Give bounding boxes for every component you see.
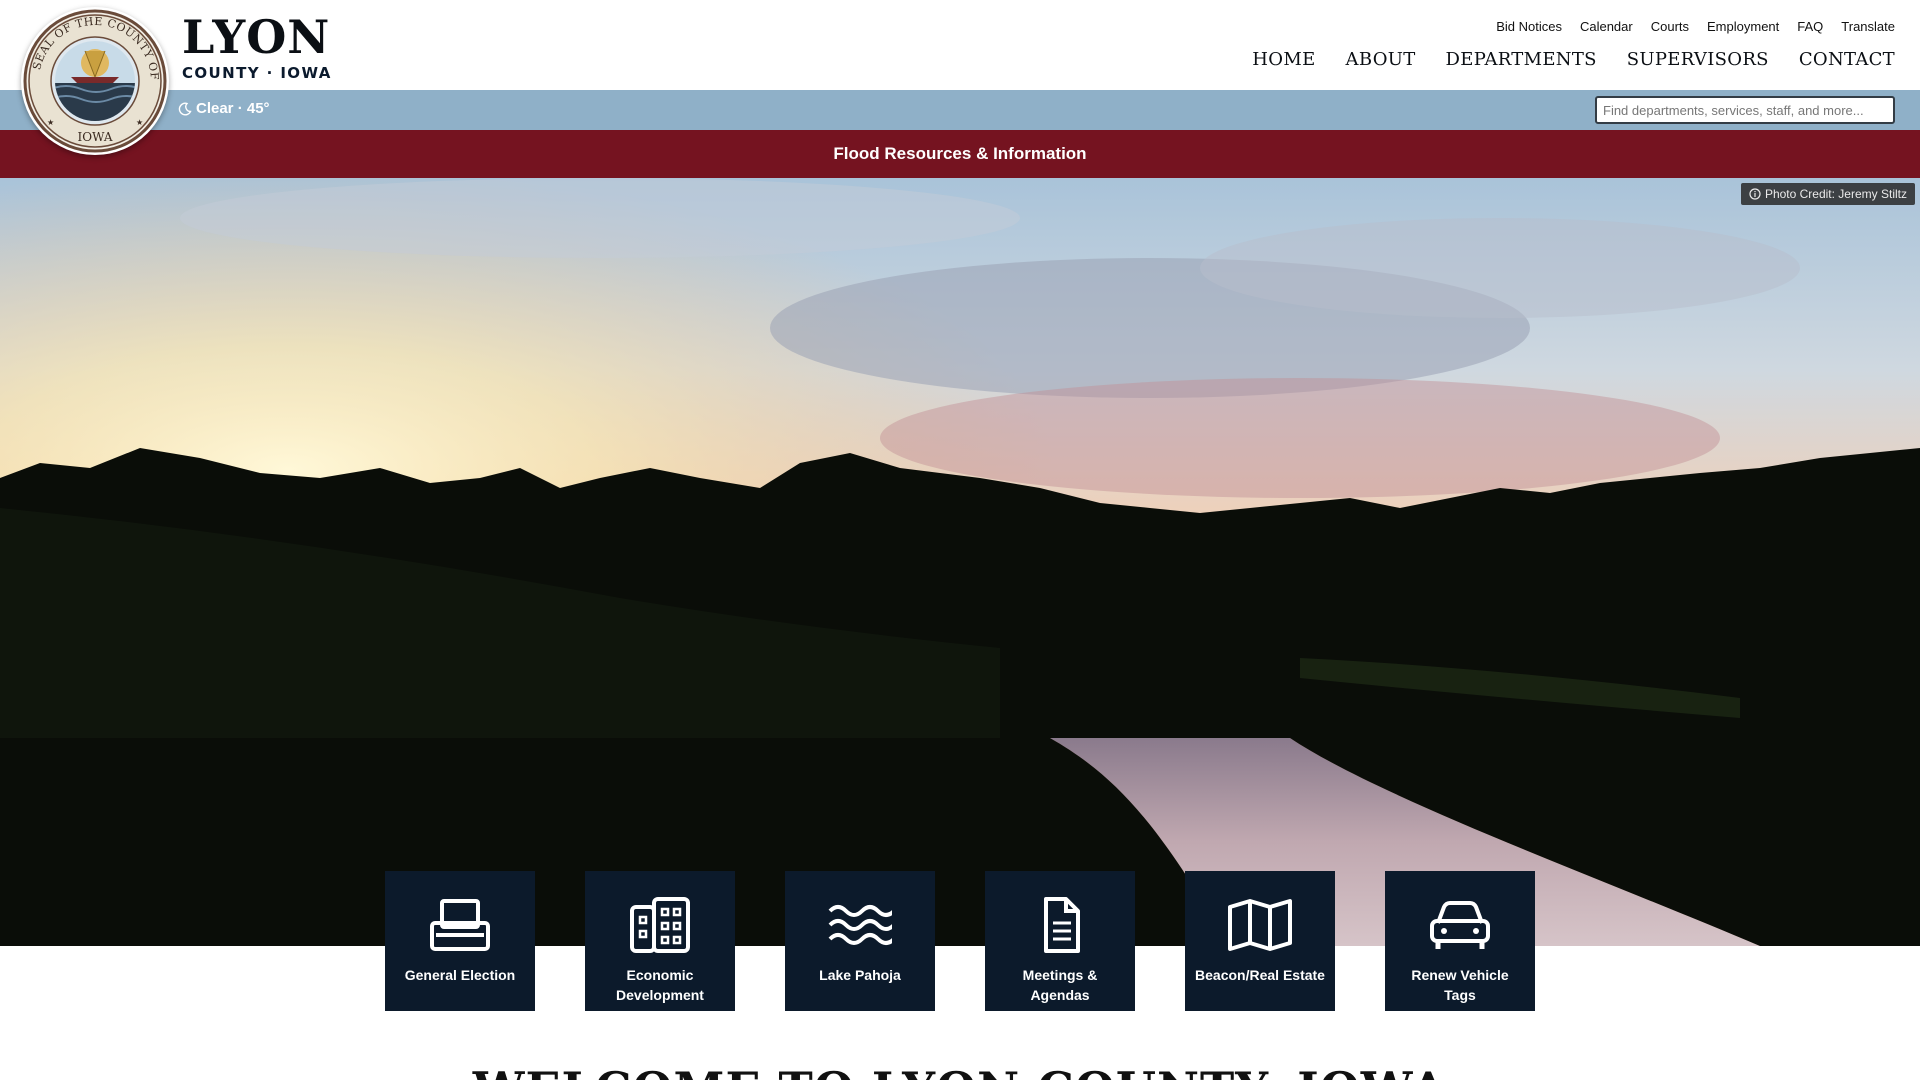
- county-seal-logo[interactable]: SEAL OF THE COUNTY OF LYON IOWA ★ ★: [21, 7, 169, 155]
- buildings-icon: [628, 897, 692, 953]
- info-icon: [1749, 188, 1761, 200]
- utility-nav: Bid Notices Calendar Courts Employment F…: [1496, 19, 1895, 34]
- search-input[interactable]: [1595, 96, 1895, 124]
- info-bar: Clear · 45°: [0, 90, 1920, 130]
- quick-link-label: Renew Vehicle Tags: [1411, 967, 1509, 1003]
- site-header: SEAL OF THE COUNTY OF LYON IOWA ★ ★ LYON…: [0, 0, 1920, 155]
- nav-contact[interactable]: CONTACT: [1799, 49, 1895, 70]
- photo-credit[interactable]: Photo Credit: Jeremy Stiltz: [1740, 183, 1915, 205]
- quick-link-label: Beacon/Real Estate: [1195, 967, 1325, 983]
- main-nav: HOME ABOUT DEPARTMENTS SUPERVISORS CONTA…: [1252, 49, 1895, 70]
- site-title: LYON: [182, 10, 331, 64]
- util-link-translate[interactable]: Translate: [1841, 19, 1895, 34]
- quick-link-general-election[interactable]: General Election: [385, 871, 535, 1011]
- brand-block[interactable]: LYON COUNTY · IOWA: [182, 12, 332, 82]
- nav-supervisors[interactable]: SUPERVISORS: [1627, 49, 1769, 70]
- sunset-river-photo: [0, 178, 1920, 946]
- util-link-calendar[interactable]: Calendar: [1580, 19, 1633, 34]
- weather-widget: Clear · 45°: [178, 100, 270, 117]
- welcome-heading: WELCOME TO LYON COUNTY, IOWA: [0, 1062, 1920, 1080]
- quick-link-label: Lake Pahoja: [819, 967, 901, 983]
- moon-icon: [178, 102, 192, 115]
- flood-resources-link[interactable]: Flood Resources & Information: [833, 144, 1086, 164]
- weather-text: Clear · 45°: [196, 100, 270, 117]
- alert-banner: Flood Resources & Information: [0, 130, 1920, 178]
- map-icon: [1228, 897, 1292, 953]
- nav-home[interactable]: HOME: [1252, 49, 1315, 70]
- hero-image: Photo Credit: Jeremy Stiltz: [0, 178, 1920, 946]
- util-link-courts[interactable]: Courts: [1651, 19, 1689, 34]
- document-icon: [1028, 897, 1092, 953]
- util-link-faq[interactable]: FAQ: [1797, 19, 1823, 34]
- quick-link-renew-vehicle-tags[interactable]: Renew Vehicle Tags: [1385, 871, 1535, 1011]
- quick-links: General Election Economic Development La…: [385, 871, 1535, 1011]
- photo-credit-text: Photo Credit: Jeremy Stiltz: [1764, 187, 1907, 201]
- car-icon: [1428, 897, 1492, 953]
- svg-text:★: ★: [136, 118, 143, 127]
- quick-link-label: Meetings & Agendas: [1022, 967, 1098, 1003]
- quick-link-meetings-agendas[interactable]: Meetings & Agendas: [985, 871, 1135, 1011]
- quick-link-lake-pahoja[interactable]: Lake Pahoja: [785, 871, 935, 1011]
- site-subtitle: COUNTY · IOWA: [182, 64, 332, 82]
- nav-departments[interactable]: DEPARTMENTS: [1446, 49, 1597, 70]
- quick-link-beacon-real-estate[interactable]: Beacon/Real Estate: [1185, 871, 1335, 1011]
- svg-text:★: ★: [47, 118, 54, 127]
- svg-text:IOWA: IOWA: [78, 130, 113, 144]
- util-link-bid-notices[interactable]: Bid Notices: [1496, 19, 1562, 34]
- nav-about[interactable]: ABOUT: [1346, 49, 1416, 70]
- util-link-employment[interactable]: Employment: [1707, 19, 1779, 34]
- quick-link-label: Economic Development: [616, 967, 704, 1003]
- ballot-box-icon: [428, 897, 492, 953]
- water-waves-icon: [828, 897, 892, 953]
- quick-link-economic-development[interactable]: Economic Development: [585, 871, 735, 1011]
- county-seal-icon: SEAL OF THE COUNTY OF LYON IOWA ★ ★: [21, 7, 167, 153]
- quick-link-label: General Election: [404, 967, 516, 983]
